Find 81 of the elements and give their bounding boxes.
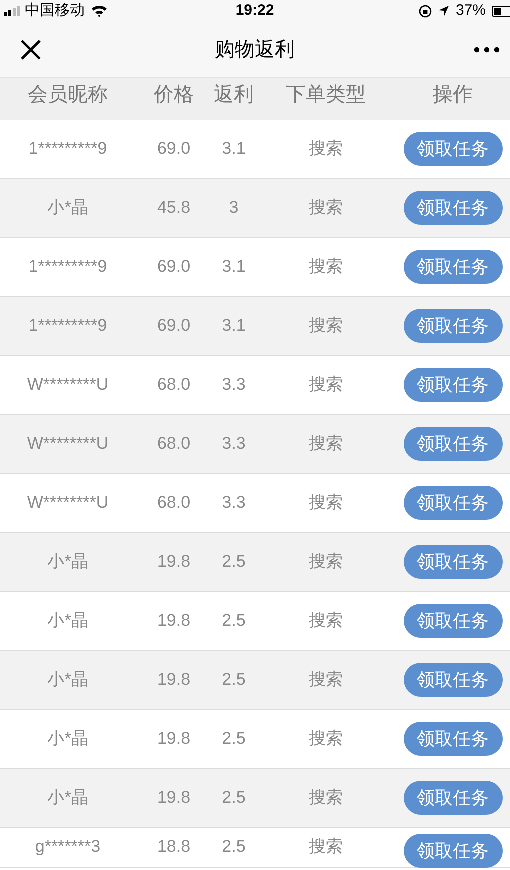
claim-task-button[interactable]: 领取任务 (404, 663, 502, 697)
close-icon (20, 38, 42, 60)
order-type-cell-text: 搜索 (308, 669, 344, 692)
member-cell-text: W********U (26, 433, 110, 456)
order-type-cell-text: 搜索 (308, 374, 344, 396)
member-cell-text: 1*********9 (28, 256, 108, 278)
claim-task-button[interactable]: 领取任务 (404, 250, 502, 284)
member-cell-text: g*******3 (34, 836, 102, 858)
rebate-cell-text: 3.1 (221, 256, 247, 278)
rebate-cell-text: 3.3 (221, 374, 247, 396)
column-header: 操作 (432, 83, 474, 108)
rebate-cell-text: 2.5 (221, 669, 247, 692)
claim-task-button[interactable]: 领取任务 (404, 545, 502, 579)
claim-task-button[interactable]: 领取任务 (404, 604, 502, 638)
rebate-cell-text: 2.5 (221, 787, 247, 810)
claim-task-button[interactable]: 领取任务 (404, 722, 502, 756)
signal-icon (4, 6, 22, 16)
rebate-cell-text: 2.5 (221, 610, 247, 632)
rebate-cell-text: 3 (228, 197, 240, 220)
claim-task-button[interactable]: 领取任务 (404, 132, 502, 166)
order-type-cell-text: 搜索 (308, 433, 344, 456)
price-cell-text: 19.8 (156, 669, 192, 692)
claim-task-button[interactable]: 领取任务 (404, 368, 502, 402)
rebate-cell-text: 2.5 (221, 836, 247, 858)
claim-task-button[interactable]: 领取任务 (404, 834, 502, 868)
price-cell-text: 69.0 (156, 138, 192, 160)
price-cell-text: 68.0 (156, 433, 192, 456)
column-header: 返利 (213, 83, 255, 108)
claim-task-button[interactable]: 领取任务 (404, 781, 502, 815)
member-cell-text: 小*晶 (46, 669, 90, 692)
price-cell-text: 69.0 (156, 256, 192, 278)
order-type-cell-text: 搜索 (308, 492, 344, 514)
rebate-cell-text: 2.5 (221, 728, 247, 750)
member-cell-text: 小*晶 (46, 787, 90, 810)
price-cell-text: 68.0 (156, 374, 192, 396)
order-type-cell-text: 搜索 (308, 256, 344, 278)
price-cell-text: 19.8 (156, 551, 192, 574)
page-title: 购物返利 (215, 38, 295, 62)
order-type-cell-text: 搜索 (308, 836, 344, 858)
rebate-cell-text: 2.5 (221, 551, 247, 574)
order-type-cell-text: 搜索 (308, 315, 344, 338)
claim-task-button[interactable]: 领取任务 (404, 191, 502, 225)
member-cell-text: W********U (26, 492, 110, 514)
price-cell-text: 19.8 (156, 787, 192, 810)
member-cell-text: 1*********9 (28, 315, 108, 338)
member-cell-text: 小*晶 (46, 197, 90, 220)
column-header: 下单类型 (285, 83, 367, 108)
rebate-cell-text: 3.3 (221, 433, 247, 456)
wifi-icon (91, 5, 108, 17)
order-type-cell-text: 搜索 (308, 728, 344, 750)
claim-task-button[interactable]: 领取任务 (404, 309, 502, 343)
member-cell-text: 小*晶 (46, 728, 90, 750)
column-header: 会员昵称 (27, 83, 109, 108)
rebate-cell-text: 3.1 (221, 138, 247, 160)
rotation-lock-icon (418, 4, 432, 18)
battery-percent: 37% (456, 0, 486, 21)
order-type-cell-text: 搜索 (308, 138, 344, 160)
order-type-cell-text: 搜索 (308, 787, 344, 810)
price-cell-text: 19.8 (156, 728, 192, 750)
column-header: 价格 (153, 83, 195, 108)
claim-task-button[interactable]: 领取任务 (404, 486, 502, 520)
claim-task-button[interactable]: 领取任务 (404, 427, 502, 461)
order-type-cell-text: 搜索 (308, 551, 344, 574)
member-cell-text: 1*********9 (28, 138, 108, 160)
battery-icon (492, 6, 510, 16)
carrier-name: 中国移动 (25, 0, 85, 21)
price-cell-text: 19.8 (156, 610, 192, 632)
member-cell-text: W********U (26, 374, 110, 396)
price-cell-text: 45.8 (156, 197, 192, 220)
price-cell-text: 69.0 (156, 315, 192, 338)
location-arrow-icon (438, 5, 450, 17)
member-cell-text: 小*晶 (46, 551, 90, 574)
price-cell-text: 18.8 (156, 836, 192, 858)
status-time: 19:22 (236, 0, 274, 21)
rebate-cell-text: 3.3 (221, 492, 247, 514)
order-type-cell-text: 搜索 (308, 197, 344, 220)
price-cell-text: 68.0 (156, 492, 192, 514)
member-cell-text: 小*晶 (46, 610, 90, 632)
order-type-cell-text: 搜索 (308, 610, 344, 632)
more-icon (474, 46, 500, 52)
rebate-cell-text: 3.1 (221, 315, 247, 338)
